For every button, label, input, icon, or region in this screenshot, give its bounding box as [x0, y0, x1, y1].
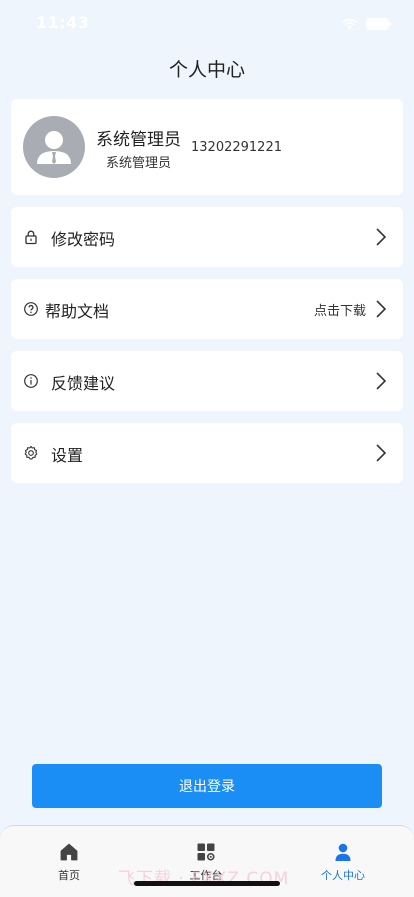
tab-home[interactable]: 首页	[24, 842, 114, 883]
wifi-icon	[341, 15, 358, 34]
workbench-icon	[161, 842, 251, 862]
gear-icon	[23, 445, 39, 461]
menu-item-settings[interactable]: 设置	[11, 423, 403, 483]
tab-label-profile: 个人中心	[321, 869, 365, 882]
lock-icon	[23, 229, 39, 245]
help-circle-icon	[23, 301, 39, 317]
info-circle-icon	[23, 373, 39, 389]
user-avatar-icon	[37, 131, 71, 164]
menu-item-feedback[interactable]: 反馈建议	[11, 351, 403, 411]
menu-item-help-docs[interactable]: 帮助文档 点击下载	[11, 279, 403, 339]
chevron-right-icon	[375, 371, 387, 391]
tab-profile[interactable]: 个人中心	[298, 842, 388, 883]
person-icon	[298, 842, 388, 862]
chevron-right-icon	[375, 299, 387, 319]
status-bar: 11:43	[0, 0, 414, 44]
avatar	[23, 116, 85, 178]
profile-card[interactable]: 系统管理员 系统管理员 13202291221	[11, 99, 403, 195]
menu-label-feedback: 反馈建议	[51, 374, 116, 393]
battery-icon	[366, 15, 392, 34]
chevron-right-icon	[375, 443, 387, 463]
menu-item-change-password[interactable]: 修改密码	[11, 207, 403, 267]
menu-label-change-password: 修改密码	[51, 230, 116, 249]
home-icon	[24, 842, 114, 862]
profile-role: 系统管理员	[106, 156, 172, 171]
page-title: 个人中心	[168, 59, 245, 81]
profile-name: 系统管理员	[96, 130, 181, 150]
logout-button[interactable]: 退出登录	[32, 764, 382, 808]
download-link[interactable]: 点击下载	[314, 300, 366, 319]
menu-label-help-docs: 帮助文档	[45, 302, 110, 321]
chevron-right-icon	[375, 227, 387, 247]
menu-label-settings: 设置	[51, 446, 84, 465]
home-indicator	[134, 881, 280, 886]
tab-label-home: 首页	[58, 869, 80, 882]
status-time: 11:43	[36, 13, 90, 32]
profile-phone: 13202291221	[191, 140, 282, 155]
